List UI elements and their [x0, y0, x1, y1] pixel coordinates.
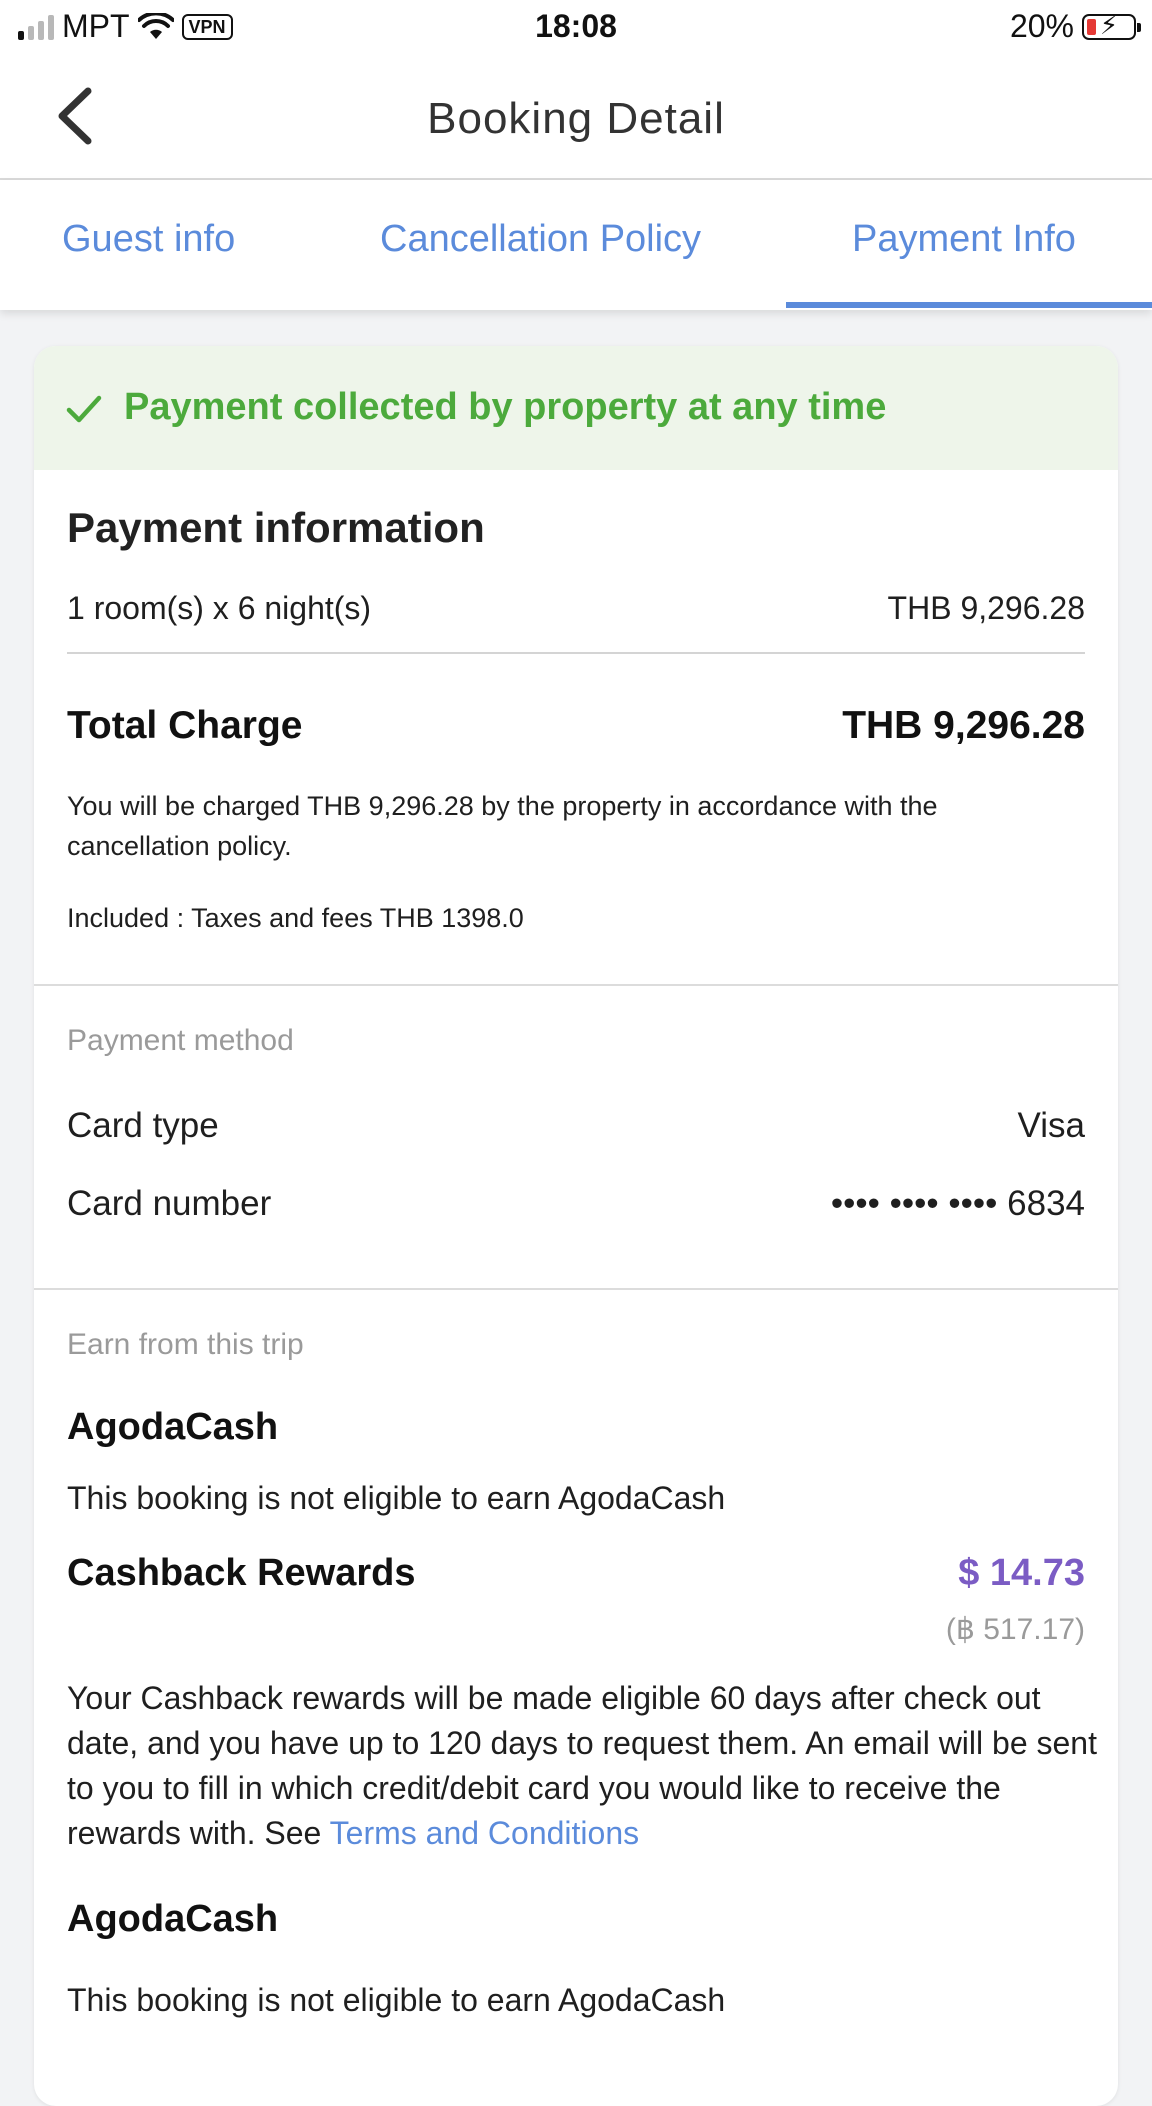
cashback-rewards-title: Cashback Rewards: [67, 1552, 416, 1594]
checkmark-icon: [66, 395, 102, 423]
cashback-description: Your Cashback rewards will be made eligi…: [67, 1676, 1097, 1856]
card-number-value: •••• •••• •••• 6834: [830, 1184, 1085, 1223]
total-charge-value: THB 9,296.28: [842, 704, 1085, 747]
card-type-value: Visa: [1017, 1106, 1085, 1145]
earn-section-label: Earn from this trip: [67, 1328, 304, 1361]
agodacash-note-2: This booking is not eligible to earn Ago…: [67, 1982, 726, 2018]
room-line-value: THB 9,296.28: [887, 590, 1085, 626]
cashback-value: $ 14.73: [958, 1552, 1085, 1594]
battery-icon: ⚡: [1082, 10, 1141, 40]
tab-guest-info[interactable]: Guest info: [62, 218, 235, 261]
section-divider: [34, 1288, 1118, 1290]
payment-method-label: Payment method: [67, 1024, 294, 1057]
battery-percent: 20%: [1009, 8, 1074, 44]
card-type-label: Card type: [67, 1106, 219, 1145]
section-divider: [34, 984, 1118, 986]
tab-cancellation-policy[interactable]: Cancellation Policy: [380, 218, 701, 261]
cashback-local-value: (฿ 517.17): [945, 1613, 1085, 1646]
page-title: Booking Detail: [427, 94, 725, 143]
payment-banner: Payment collected by property at any tim…: [34, 346, 1118, 470]
agodacash-title-2: AgodaCash: [67, 1898, 279, 1940]
included-taxes-note: Included : Taxes and fees THB 1398.0: [67, 903, 524, 933]
charge-note: You will be charged THB 9,296.28 by the …: [67, 791, 938, 861]
payment-card: Payment collected by property at any tim…: [34, 346, 1118, 2106]
tab-payment-info[interactable]: Payment Info: [852, 218, 1076, 261]
card-number-label: Card number: [67, 1184, 272, 1223]
room-line-label: 1 room(s) x 6 night(s): [67, 590, 372, 626]
terms-and-conditions-link[interactable]: Terms and Conditions: [330, 1815, 639, 1851]
banner-text: Payment collected by property at any tim…: [124, 386, 887, 428]
total-charge-label: Total Charge: [67, 704, 303, 747]
active-tab-indicator: [786, 302, 1152, 308]
charging-bolt-icon: ⚡: [1099, 9, 1119, 40]
nav-header: Booking Detail: [0, 58, 1152, 180]
status-bar: MPT VPN 18:08 20% ⚡: [0, 0, 1152, 58]
agodacash-note: This booking is not eligible to earn Ago…: [67, 1480, 726, 1516]
tab-bar: Guest info Cancellation Policy Payment I…: [0, 180, 1152, 310]
divider: [67, 652, 1085, 654]
agodacash-title: AgodaCash: [67, 1406, 279, 1448]
payment-information-title: Payment information: [67, 504, 485, 551]
status-right: 20% ⚡: [1009, 8, 1141, 45]
clock: 18:08: [535, 8, 617, 44]
